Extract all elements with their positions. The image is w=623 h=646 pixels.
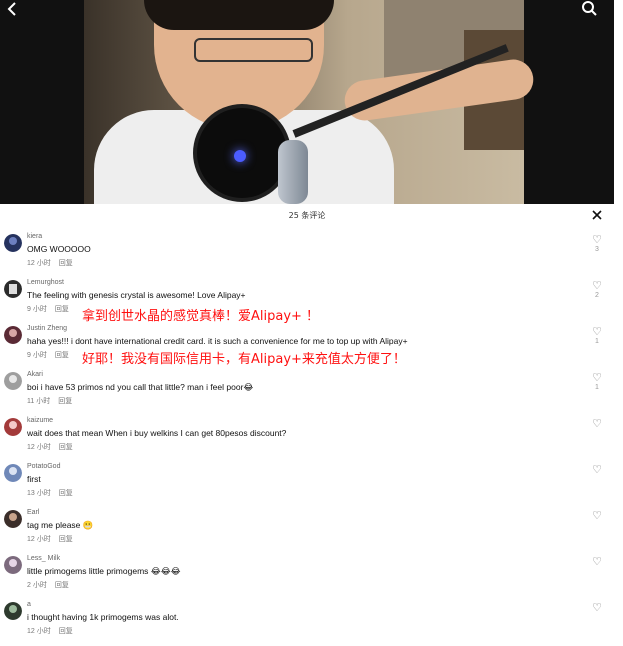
comment-time: 9 小时 — [27, 352, 47, 359]
avatar[interactable] — [4, 280, 22, 298]
like-button[interactable]: ♡ — [590, 418, 604, 430]
reply-button[interactable]: 回复 — [59, 260, 73, 267]
avatar[interactable] — [4, 602, 22, 620]
comment-item: a i thought having 1k primogems was alot… — [0, 600, 614, 646]
comments-sheet: 25 条评论 kiera OMG WOOOOO 12 小时 回复 ♡ 3 Lemur… — [0, 204, 614, 644]
comment-time: 9 小时 — [27, 306, 47, 313]
comment-username[interactable]: Akari — [27, 371, 43, 378]
comment-meta: 12 小时 回复 — [27, 258, 73, 268]
comment-time: 13 小时 — [27, 490, 51, 497]
comment-item: Less_ Milk little primogems little primo… — [0, 554, 614, 600]
heart-icon: ♡ — [592, 326, 602, 338]
reply-button[interactable]: 回复 — [55, 352, 69, 359]
video-frame — [84, 0, 536, 204]
like-button[interactable]: ♡ — [590, 602, 604, 614]
avatar[interactable] — [4, 418, 22, 436]
comment-username[interactable]: Justin Zheng — [27, 325, 67, 332]
like-count: 2 — [595, 292, 599, 299]
video-person-hair — [144, 0, 334, 30]
page-edge — [614, 0, 623, 644]
comment-username[interactable]: a — [27, 601, 31, 608]
comment-item: Earl tag me please 😬 12 小时 回复 ♡ — [0, 508, 614, 554]
reply-button[interactable]: 回复 — [59, 536, 73, 543]
comment-username[interactable]: kaizume — [27, 417, 53, 424]
like-button[interactable]: ♡ 1 — [590, 326, 604, 345]
comment-text: haha yes!!! i dont have international cr… — [27, 336, 408, 346]
comment-meta: 2 小时 回复 — [27, 580, 69, 590]
avatar[interactable] — [4, 510, 22, 528]
reply-button[interactable]: 回复 — [55, 582, 69, 589]
comment-text: little primogems little primogems 😂😂😂 — [27, 566, 181, 576]
comment-username[interactable]: Less_ Milk — [27, 555, 60, 562]
avatar[interactable] — [4, 372, 22, 390]
comment-meta: 11 小时 回复 — [27, 396, 72, 406]
reply-button[interactable]: 回复 — [59, 444, 73, 451]
comment-text: i thought having 1k primogems was alot. — [27, 612, 179, 622]
comment-time: 2 小时 — [27, 582, 47, 589]
comment-text: The feeling with genesis crystal is awes… — [27, 290, 246, 300]
heart-icon: ♡ — [592, 372, 602, 384]
comment-text: OMG WOOOOO — [27, 244, 91, 254]
heart-icon: ♡ — [592, 418, 602, 430]
avatar[interactable] — [4, 556, 22, 574]
heart-icon: ♡ — [592, 280, 602, 292]
video-person-glasses — [194, 38, 313, 62]
comment-meta: 12 小时 回复 — [27, 534, 73, 544]
comment-time: 11 小时 — [27, 398, 51, 405]
comment-meta: 9 小时 回复 — [27, 350, 69, 360]
reply-button[interactable]: 回复 — [59, 490, 73, 497]
comment-username[interactable]: kiera — [27, 233, 42, 240]
comment-text: first — [27, 474, 41, 484]
heart-icon: ♡ — [592, 234, 602, 246]
video-player[interactable] — [0, 0, 614, 204]
like-button[interactable]: ♡ 2 — [590, 280, 604, 299]
video-mic-body — [278, 140, 308, 204]
comment-username[interactable]: Earl — [27, 509, 39, 516]
avatar[interactable] — [4, 326, 22, 344]
comment-time: 12 小时 — [27, 260, 51, 267]
comment-username[interactable]: PotatoGod — [27, 463, 60, 470]
comment-text: boi i have 53 primos nd you call that li… — [27, 382, 254, 392]
video-mic-led — [234, 150, 246, 162]
comment-meta: 9 小时 回复 — [27, 304, 69, 314]
comment-time: 12 小时 — [27, 628, 51, 635]
avatar[interactable] — [4, 464, 22, 482]
translation-overlay: 拿到创世水晶的感觉真棒！爱Alipay+ ！ — [82, 309, 320, 324]
close-icon[interactable] — [590, 209, 604, 223]
chevron-left-icon[interactable] — [2, 0, 24, 22]
search-icon[interactable] — [578, 0, 600, 22]
reply-button[interactable]: 回复 — [59, 628, 73, 635]
comment-text: wait does that mean When i buy welkins I… — [27, 428, 287, 438]
comment-item: kiera OMG WOOOOO 12 小时 回复 ♡ 3 — [0, 232, 614, 278]
like-button[interactable]: ♡ 3 — [590, 234, 604, 253]
comment-item: kaizume wait does that mean When i buy w… — [0, 416, 614, 462]
translation-overlay: 好耶！我没有国际信用卡，有Alipay+来充值太方便了！ — [82, 352, 406, 367]
comment-text: tag me please 😬 — [27, 520, 94, 530]
like-button[interactable]: ♡ — [590, 510, 604, 522]
like-count: 1 — [595, 384, 599, 391]
reply-button[interactable]: 回复 — [58, 398, 72, 405]
reply-button[interactable]: 回复 — [55, 306, 69, 313]
comment-meta: 12 小时 回复 — [27, 626, 73, 636]
like-button[interactable]: ♡ 1 — [590, 372, 604, 391]
comment-meta: 13 小时 回复 — [27, 488, 73, 498]
heart-icon: ♡ — [592, 556, 602, 568]
like-count: 3 — [595, 246, 599, 253]
heart-icon: ♡ — [592, 510, 602, 522]
comment-item: PotatoGod first 13 小时 回复 ♡ — [0, 462, 614, 508]
comment-time: 12 小时 — [27, 444, 51, 451]
heart-icon: ♡ — [592, 602, 602, 614]
comments-count-title: 25 条评论 — [288, 211, 326, 220]
heart-icon: ♡ — [592, 464, 602, 476]
comment-item: Akari boi i have 53 primos nd you call t… — [0, 370, 614, 416]
like-button[interactable]: ♡ — [590, 464, 604, 476]
like-count: 1 — [595, 338, 599, 345]
avatar[interactable] — [4, 234, 22, 252]
like-button[interactable]: ♡ — [590, 556, 604, 568]
comment-username[interactable]: Lemurghost — [27, 279, 64, 286]
comment-meta: 12 小时 回复 — [27, 442, 73, 452]
comment-time: 12 小时 — [27, 536, 51, 543]
